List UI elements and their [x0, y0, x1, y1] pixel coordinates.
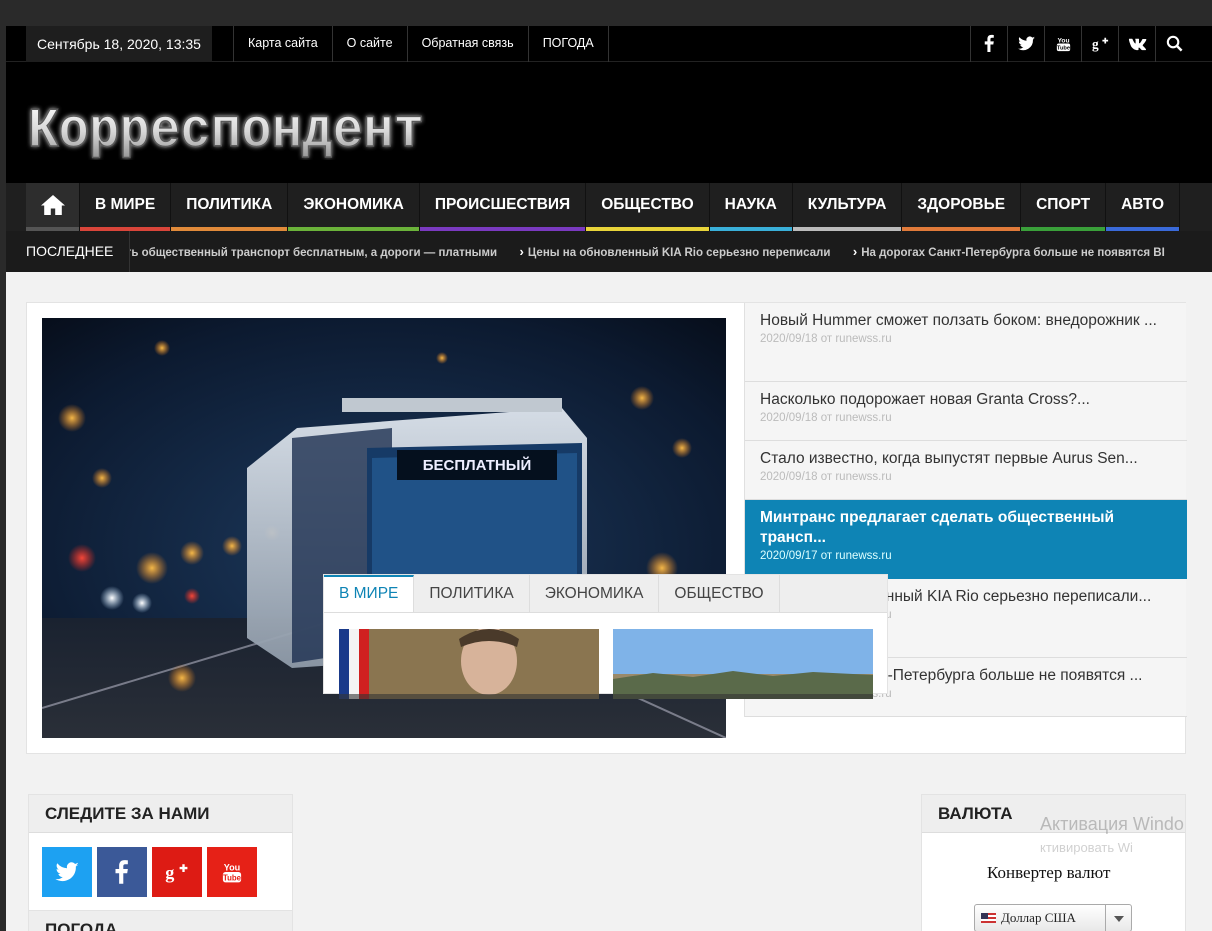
facebook-icon[interactable]	[970, 26, 1007, 62]
twitter-icon[interactable]	[42, 847, 92, 897]
category-tabs: В МИРЕ ПОЛИТИКА ЭКОНОМИКА ОБЩЕСТВО	[323, 574, 888, 699]
feedback-link[interactable]: Обратная связь	[408, 26, 529, 62]
ticker-item[interactable]: › На дорогах Санкт-Петербурга больше не п…	[853, 231, 1165, 272]
converter-title: Конвертер валют	[987, 863, 1111, 882]
follow-title: СЛЕДИТЕ ЗА НАМИ	[29, 795, 292, 833]
twitter-icon[interactable]	[1007, 26, 1044, 62]
ticker-items: лать общественный транспорт бесплатным, …	[130, 231, 1190, 272]
about-link[interactable]: О сайте	[333, 26, 408, 62]
tab-bar: В МИРЕ ПОЛИТИКА ЭКОНОМИКА ОБЩЕСТВО	[324, 575, 887, 613]
activation-watermark-sub: ктивировать Wi	[1040, 840, 1133, 855]
nav-health[interactable]: ЗДОРОВЬЕ	[902, 183, 1022, 231]
us-flag-icon	[981, 913, 996, 923]
list-item[interactable]: Насколько подорожает новая Granta Cross?…	[745, 382, 1187, 441]
social-top-icons: You Tube g	[970, 26, 1192, 62]
ticker-item[interactable]: › Цены на обновленный KIA Rio серьезно пе…	[520, 231, 831, 272]
activation-watermark: Активация Windo	[1040, 814, 1184, 834]
svg-text:Tube: Tube	[223, 873, 242, 882]
home-icon	[41, 195, 65, 215]
svg-text:БЕСПЛАТНЫЙ: БЕСПЛАТНЫЙ	[423, 456, 531, 474]
sitemap-link[interactable]: Карта сайта	[233, 26, 333, 62]
follow-icons: g You Tube	[42, 847, 262, 897]
top-links: Карта сайта О сайте Обратная связь ПОГОД…	[233, 26, 609, 62]
top-bar: Сентябрь 18, 2020, 13:35 Карта сайта О с…	[6, 26, 1212, 62]
nav-sport[interactable]: СПОРТ	[1021, 183, 1107, 231]
tab-world[interactable]: В МИРЕ	[324, 575, 415, 612]
currency-select[interactable]: Доллар США	[974, 904, 1132, 931]
vk-icon[interactable]	[1118, 26, 1155, 62]
svg-text:You: You	[224, 863, 240, 873]
home-button[interactable]	[26, 183, 80, 231]
nav-auto[interactable]: АВТО	[1106, 183, 1181, 231]
news-ticker: ПОСЛЕДНЕЕ лать общественный транспорт бе…	[6, 231, 1212, 272]
google-plus-icon[interactable]: g	[152, 847, 202, 897]
svg-text:g: g	[165, 863, 174, 883]
page: Сентябрь 18, 2020, 13:35 Карта сайта О с…	[6, 26, 1212, 931]
weather-widget: ПОГОДА	[28, 910, 293, 931]
main-nav: В МИРЕ ПОЛИТИКА ЭКОНОМИКА ПРОИСШЕСТВИЯ О…	[6, 183, 1212, 231]
search-icon[interactable]	[1155, 26, 1192, 62]
tab-economy[interactable]: ЭКОНОМИКА	[530, 575, 660, 612]
nav-society[interactable]: ОБЩЕСТВО	[586, 183, 710, 231]
youtube-icon[interactable]: You Tube	[1044, 26, 1081, 62]
nav-economy[interactable]: ЭКОНОМИКА	[288, 183, 420, 231]
nav-politics[interactable]: ПОЛИТИКА	[171, 183, 289, 231]
weather-title: ПОГОДА	[29, 911, 292, 931]
ticker-item[interactable]: лать общественный транспорт бесплатным, …	[130, 233, 497, 272]
list-item-active[interactable]: Минтранс предлагает сделать общественный…	[745, 500, 1187, 579]
facebook-icon[interactable]	[97, 847, 147, 897]
svg-text:Корреспондент: Корреспондент	[28, 99, 424, 160]
news-thumbnail[interactable]	[339, 629, 599, 699]
chevron-right-icon: ›	[519, 244, 524, 259]
nav-world[interactable]: В МИРЕ	[80, 183, 172, 231]
tab-society[interactable]: ОБЩЕСТВО	[659, 575, 780, 612]
current-date: Сентябрь 18, 2020, 13:35	[26, 26, 212, 62]
news-thumbnail[interactable]	[613, 629, 873, 699]
google-plus-icon[interactable]: g	[1081, 26, 1118, 62]
list-item[interactable]: Стало известно, когда выпустят первые Au…	[745, 441, 1187, 500]
svg-text:g: g	[1092, 36, 1099, 51]
weather-link[interactable]: ПОГОДА	[529, 26, 609, 62]
nav-science[interactable]: НАУКА	[709, 183, 793, 231]
list-item[interactable]: Новый Hummer сможет ползать боком: внедо…	[745, 303, 1187, 382]
youtube-icon[interactable]: You Tube	[207, 847, 257, 897]
tab-politics[interactable]: ПОЛИТИКА	[414, 575, 530, 612]
site-header: Корреспондент	[6, 62, 1212, 183]
ticker-label: ПОСЛЕДНЕЕ	[26, 231, 130, 272]
site-logo[interactable]: Корреспондент	[26, 90, 426, 160]
svg-text:Tube: Tube	[1057, 46, 1070, 52]
chevron-right-icon: ›	[852, 244, 858, 259]
nav-incidents[interactable]: ПРОИСШЕСТВИЯ	[419, 183, 587, 231]
nav-culture[interactable]: КУЛЬТУРА	[792, 183, 903, 231]
chevron-down-icon	[1105, 905, 1131, 931]
